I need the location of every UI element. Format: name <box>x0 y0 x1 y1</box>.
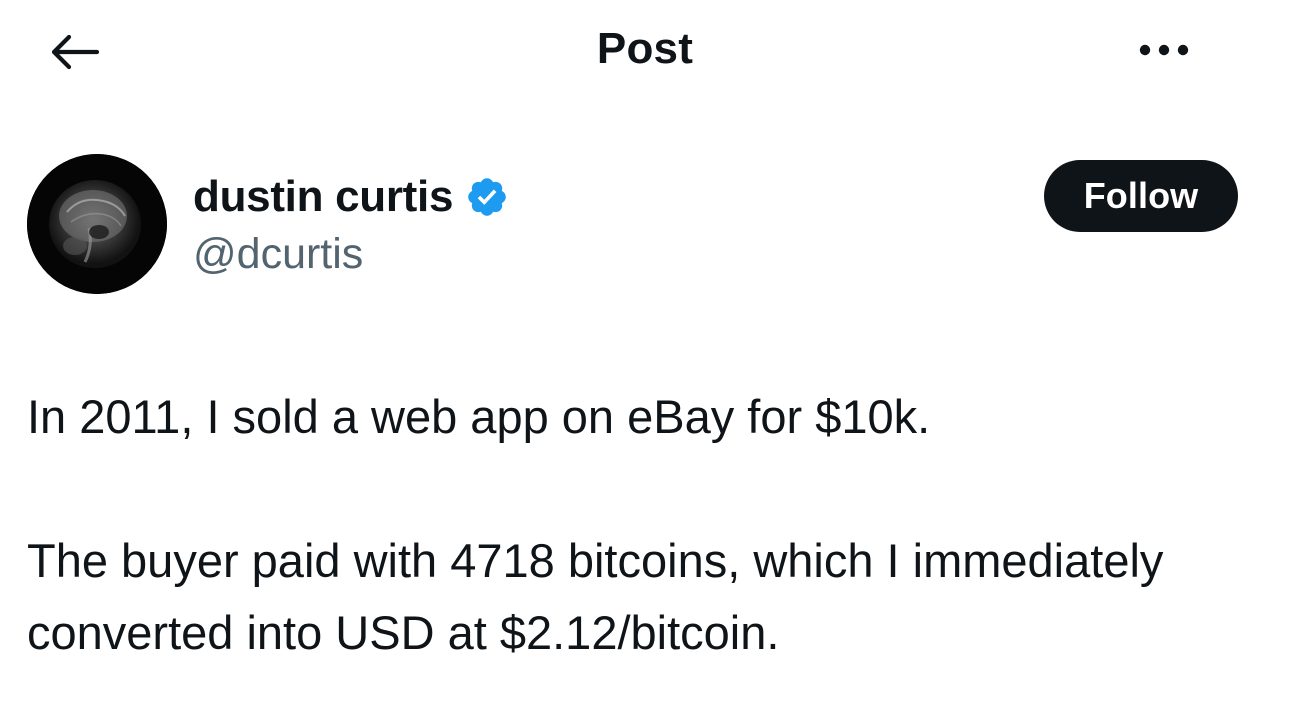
more-options-button[interactable] <box>1128 24 1200 76</box>
more-horizontal-icon <box>1139 44 1189 56</box>
page-title: Post <box>596 24 694 73</box>
back-button[interactable] <box>40 22 110 82</box>
post-text: In 2011, I sold a web app on eBay for $1… <box>27 381 1267 669</box>
user-handle[interactable]: @dcurtis <box>193 230 363 279</box>
verified-badge-icon[interactable] <box>465 175 509 219</box>
follow-button[interactable]: Follow <box>1044 160 1238 232</box>
avatar[interactable] <box>27 154 167 294</box>
post-author: dustin curtis @dcurtis Follow <box>0 150 1290 300</box>
display-name-row: dustin curtis <box>193 170 509 224</box>
display-name[interactable]: dustin curtis <box>193 172 453 222</box>
post-paragraph: In 2011, I sold a web app on eBay for $1… <box>27 390 931 443</box>
top-bar: Post <box>0 0 1290 110</box>
post-paragraph: The buyer paid with 4718 bitcoins, which… <box>27 534 1164 659</box>
arrow-left-icon <box>51 34 100 70</box>
avatar-image <box>27 154 167 294</box>
